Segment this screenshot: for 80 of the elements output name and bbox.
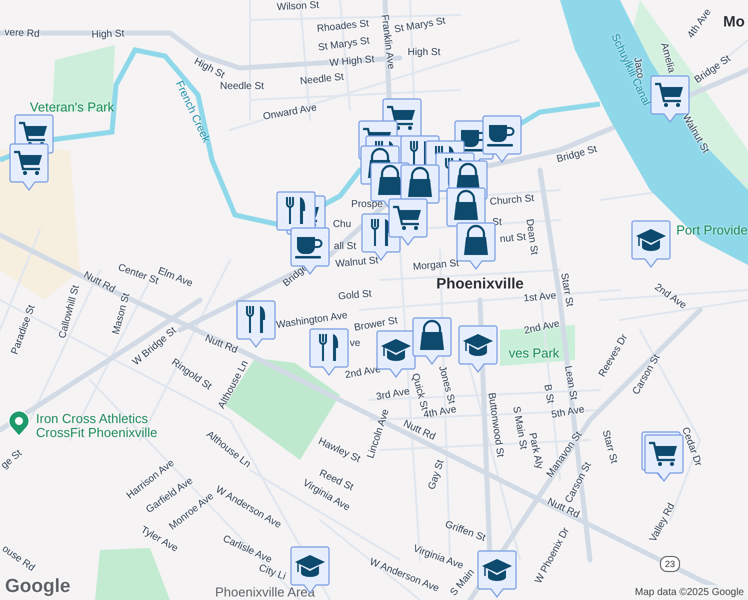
street-label: Starr St — [600, 429, 618, 465]
place-label: Veteran's Park — [30, 100, 114, 114]
street-label: Nutt Rd — [203, 334, 239, 356]
street-label: vere Rd — [4, 28, 40, 40]
street-label: Bridge St — [556, 144, 598, 166]
street-label: Prospe — [351, 200, 383, 210]
street-label: Needle St — [300, 72, 344, 88]
street-label: Quick St — [409, 372, 429, 412]
graduation-cap-icon — [463, 334, 493, 356]
shopping-bag-icon — [454, 190, 478, 220]
street-label: City Li — [257, 564, 287, 582]
street-label: Lincoln Ave — [366, 408, 392, 460]
street-label: Chu — [332, 220, 352, 230]
street-label: Brower St — [354, 316, 398, 334]
street-label: High St — [192, 56, 226, 82]
street-label: W High St — [329, 55, 375, 69]
street-label: 3rd Ave — [376, 387, 410, 403]
street-label: all St — [334, 242, 356, 252]
street-label: St Marys St — [394, 16, 446, 36]
street-label: Nutt Rd — [402, 419, 436, 443]
map-marker[interactable] — [458, 325, 498, 373]
street-label: St Marys St — [318, 36, 370, 54]
street-label: 2nd Ave — [652, 282, 688, 312]
street-label: Gay St — [428, 458, 446, 492]
street-label: Walnut St — [335, 256, 379, 270]
google-logo: Google — [5, 577, 70, 596]
shopping-bag-icon — [408, 166, 432, 197]
street-label: Washington Ave — [276, 311, 348, 331]
graduation-cap-icon — [295, 555, 325, 577]
street-label: ve — [350, 339, 360, 349]
poi-label[interactable]: Iron Cross Athletics CrossFit Phoenixville — [36, 412, 176, 440]
map-marker[interactable] — [388, 198, 428, 246]
street-label: 4th Ave — [686, 8, 714, 40]
map-marker[interactable] — [236, 300, 276, 348]
street-label: Starr St — [558, 272, 574, 308]
street-label: B St — [541, 384, 555, 404]
route-shield: 23 — [660, 556, 680, 572]
place-label: Mo — [723, 14, 745, 30]
street-label: Rhoades St — [316, 19, 370, 35]
place-label: ves Park — [508, 346, 560, 360]
street-label: ge St — [0, 448, 24, 472]
street-label: Franklin Ave — [378, 14, 396, 70]
street-label: Park Aly — [526, 432, 544, 470]
map-marker[interactable] — [482, 115, 522, 163]
map-marker[interactable] — [412, 317, 452, 365]
coffee-cup-icon — [487, 125, 514, 146]
street-label: 1st Ave — [523, 292, 557, 304]
map-marker[interactable] — [477, 550, 517, 598]
street-label: Onward Ave — [262, 103, 318, 123]
street-label: Buttonwood St — [486, 392, 504, 458]
street-label: 2nd Ave — [523, 319, 561, 337]
map-marker[interactable] — [631, 220, 671, 268]
street-label: Amelia — [658, 42, 676, 74]
street-label: Jones St — [436, 364, 456, 406]
graduation-cap-icon — [636, 229, 666, 251]
shopping-bag-icon — [464, 224, 488, 255]
street-label: ouse Rd — [0, 544, 36, 574]
street-label: Griffen St — [444, 520, 486, 544]
street-label: nut St — [500, 232, 526, 246]
street-label: Cedar Dr — [679, 426, 703, 468]
street-label: Gold St — [338, 290, 372, 302]
place-label: Phoenixville — [436, 276, 524, 292]
street-label: High St — [408, 48, 440, 58]
street-label: High St — [91, 29, 125, 41]
street-label: Callowhill St — [58, 284, 82, 340]
street-label: 5th Ave — [550, 405, 586, 421]
map-marker[interactable] — [644, 434, 684, 482]
shopping-bag-icon — [420, 320, 444, 350]
graduation-cap-icon — [482, 559, 512, 581]
place-label: Port Provide — [676, 224, 748, 236]
street-label: Church St — [489, 194, 535, 208]
street-label: Lean St — [562, 365, 578, 401]
street-label: S Main St — [510, 406, 528, 450]
street-label: Morgan St — [412, 259, 460, 273]
street-label: Wilson St — [276, 0, 320, 14]
street-label: Needle St — [220, 82, 264, 92]
coffee-cup-icon — [295, 237, 322, 258]
graduation-cap-icon — [381, 339, 411, 361]
location-pin-icon[interactable] — [8, 411, 30, 437]
shopping-bag-icon — [378, 164, 402, 195]
